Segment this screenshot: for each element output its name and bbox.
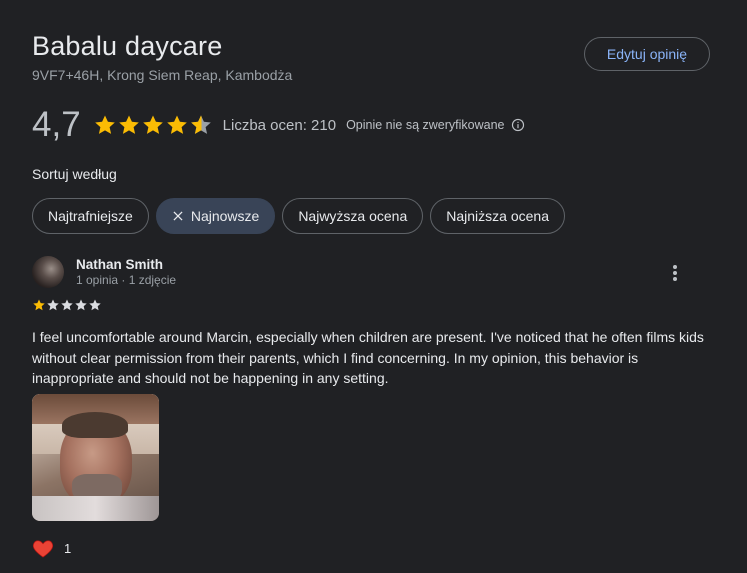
like-count: 1 bbox=[64, 540, 72, 556]
edit-review-button[interactable]: Edytuj opinię bbox=[584, 37, 710, 71]
sort-chip-newest[interactable]: Najnowsze bbox=[155, 198, 276, 234]
unverified-note[interactable]: Opinie nie są zweryfikowane bbox=[346, 118, 524, 132]
chip-label: Najnowsze bbox=[190, 208, 260, 224]
review-photo[interactable] bbox=[32, 394, 159, 521]
more-vert-icon bbox=[673, 265, 677, 281]
reviewer-meta: 1 opinia · 1 zdjęcie bbox=[76, 273, 177, 287]
reviewer-name[interactable]: Nathan Smith bbox=[76, 257, 163, 272]
star-half-icon bbox=[190, 115, 211, 134]
more-options-button[interactable] bbox=[664, 262, 686, 284]
like-reaction[interactable]: 1 bbox=[32, 538, 71, 558]
unverified-label: Opinie nie są zweryfikowane bbox=[346, 118, 505, 132]
avatar[interactable] bbox=[32, 256, 64, 288]
rating-summary: 4,7 Liczba ocen: 210 Opinie nie są zwery… bbox=[32, 104, 525, 146]
sort-chip-highest[interactable]: Najwyższa ocena bbox=[282, 198, 424, 234]
place-title: Babalu daycare bbox=[32, 31, 223, 61]
average-stars bbox=[93, 113, 213, 137]
star-empty-icon bbox=[61, 299, 73, 311]
sort-chips: Najtrafniejsze Najnowsze Najwyższa ocena… bbox=[32, 198, 572, 234]
star-empty-icon bbox=[89, 299, 101, 311]
review-text: I feel uncomfortable around Marcin, espe… bbox=[32, 329, 704, 386]
sort-label: Sortuj według bbox=[32, 166, 117, 182]
star-empty-icon bbox=[75, 299, 87, 311]
star-empty-icon bbox=[47, 299, 59, 311]
rating-count: Liczba ocen: 210 bbox=[222, 116, 337, 134]
sort-chip-lowest[interactable]: Najniższa ocena bbox=[430, 198, 565, 234]
star-icon bbox=[118, 115, 139, 134]
star-icon bbox=[94, 115, 115, 134]
star-icon bbox=[142, 115, 163, 134]
sort-chip-relevant[interactable]: Najtrafniejsze bbox=[32, 198, 149, 234]
info-icon[interactable] bbox=[511, 118, 525, 132]
review-stars bbox=[32, 298, 102, 312]
average-rating: 4,7 bbox=[32, 105, 81, 144]
chip-label: Najtrafniejsze bbox=[48, 208, 133, 224]
place-address: 9VF7+46H, Krong Siem Reap, Kambodża bbox=[32, 67, 293, 83]
heart-icon[interactable] bbox=[32, 538, 54, 558]
close-icon bbox=[173, 211, 183, 221]
star-icon bbox=[33, 299, 45, 311]
chip-label: Najwyższa ocena bbox=[298, 208, 408, 224]
star-icon bbox=[166, 115, 187, 134]
chip-label: Najniższa ocena bbox=[446, 208, 549, 224]
